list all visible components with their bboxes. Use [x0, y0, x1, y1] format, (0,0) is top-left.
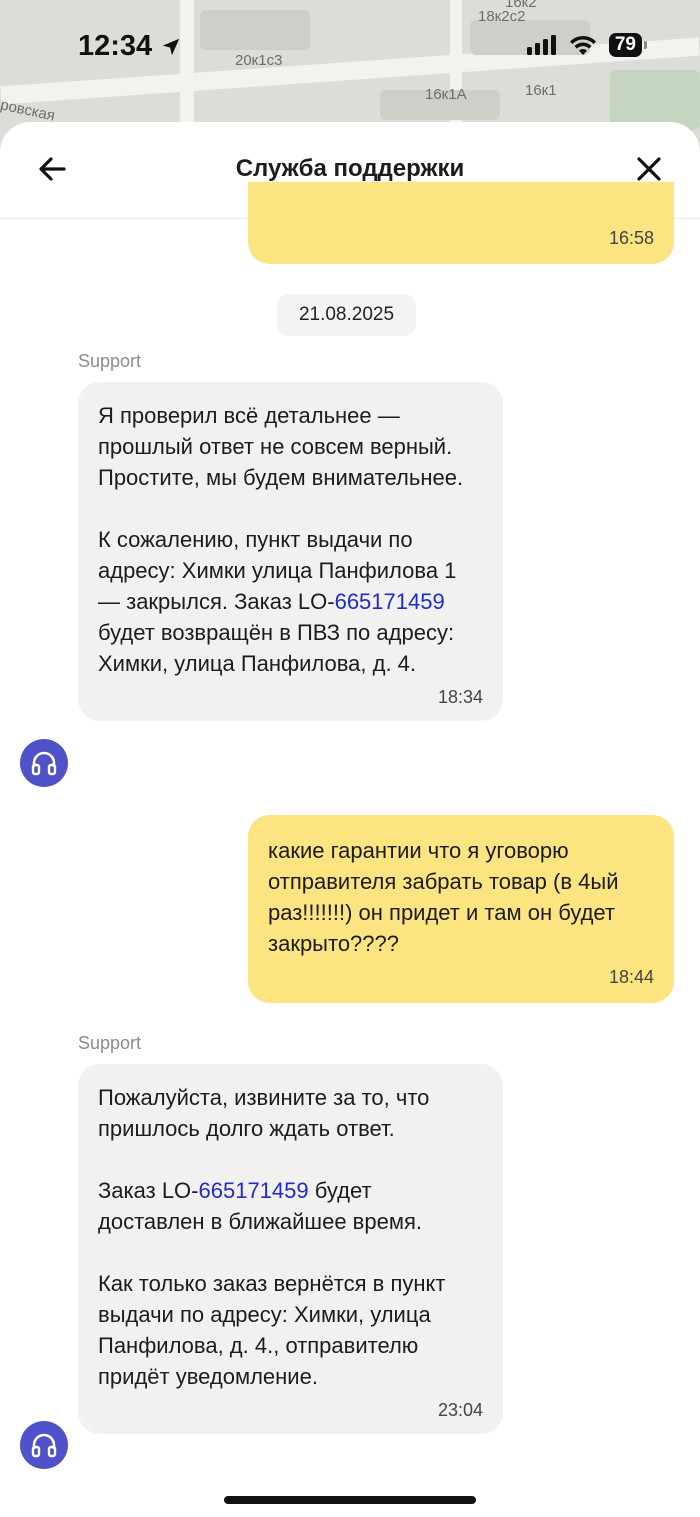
status-time: 12:34	[78, 30, 182, 63]
message-time: 23:04	[437, 1400, 483, 1420]
support-avatar	[20, 1421, 68, 1469]
support-chat-sheet: Служба поддержки 16:58 21.08.2025 Suppor…	[0, 122, 700, 1517]
message-paragraph: Как только заказ вернётся в пункт выдачи…	[98, 1271, 452, 1389]
message-time: 18:44	[608, 967, 654, 987]
status-icons: 79	[526, 33, 647, 57]
sender-name: Support	[78, 1033, 142, 1053]
message-paragraph: Заказ LO-	[98, 1178, 199, 1203]
message-paragraph: Я проверил всё детальнее — прошлый ответ…	[98, 403, 464, 490]
order-number-link[interactable]: 665171459	[335, 589, 445, 614]
close-button[interactable]	[632, 152, 666, 186]
message-time: 18:34	[437, 687, 483, 707]
user-message: какие гарантии что я уговорю отправителя…	[248, 815, 674, 1003]
support-message: Я проверил всё детальнее — прошлый ответ…	[78, 382, 503, 721]
map-label: 16к1	[525, 82, 557, 99]
signal-icon	[526, 35, 556, 55]
clock-text: 12:34	[78, 30, 153, 62]
message-text: какие гарантии что я уговорю отправителя…	[268, 838, 625, 956]
message-text: Я проверил всё детальнее — прошлый ответ…	[98, 400, 483, 679]
date-divider: 21.08.2025	[277, 294, 416, 336]
headphones-icon	[31, 751, 57, 776]
map-label: 16к1А	[425, 86, 467, 103]
battery-icon: 79	[608, 33, 647, 57]
battery-level: 79	[614, 34, 636, 55]
map-label: 18к2с2	[478, 8, 526, 25]
page-title: Служба поддержки	[235, 155, 465, 182]
message-text: Пожалуйста, извините за то, что пришлось…	[98, 1082, 483, 1392]
order-number-link[interactable]: 665171459	[199, 1178, 309, 1203]
home-indicator[interactable]	[224, 1496, 476, 1504]
sender-name: Support	[78, 351, 142, 371]
wifi-icon	[569, 35, 596, 55]
message-paragraph: Пожалуйста, извините за то, что пришлось…	[98, 1085, 436, 1141]
headphones-icon	[31, 1433, 57, 1458]
location-arrow-icon	[162, 38, 180, 55]
support-message: Пожалуйста, извините за то, что пришлось…	[78, 1064, 503, 1434]
message-time: 16:58	[608, 228, 654, 248]
user-message: 16:58	[248, 182, 674, 264]
support-avatar	[20, 739, 68, 787]
map-label: 20к1с3	[235, 52, 283, 69]
